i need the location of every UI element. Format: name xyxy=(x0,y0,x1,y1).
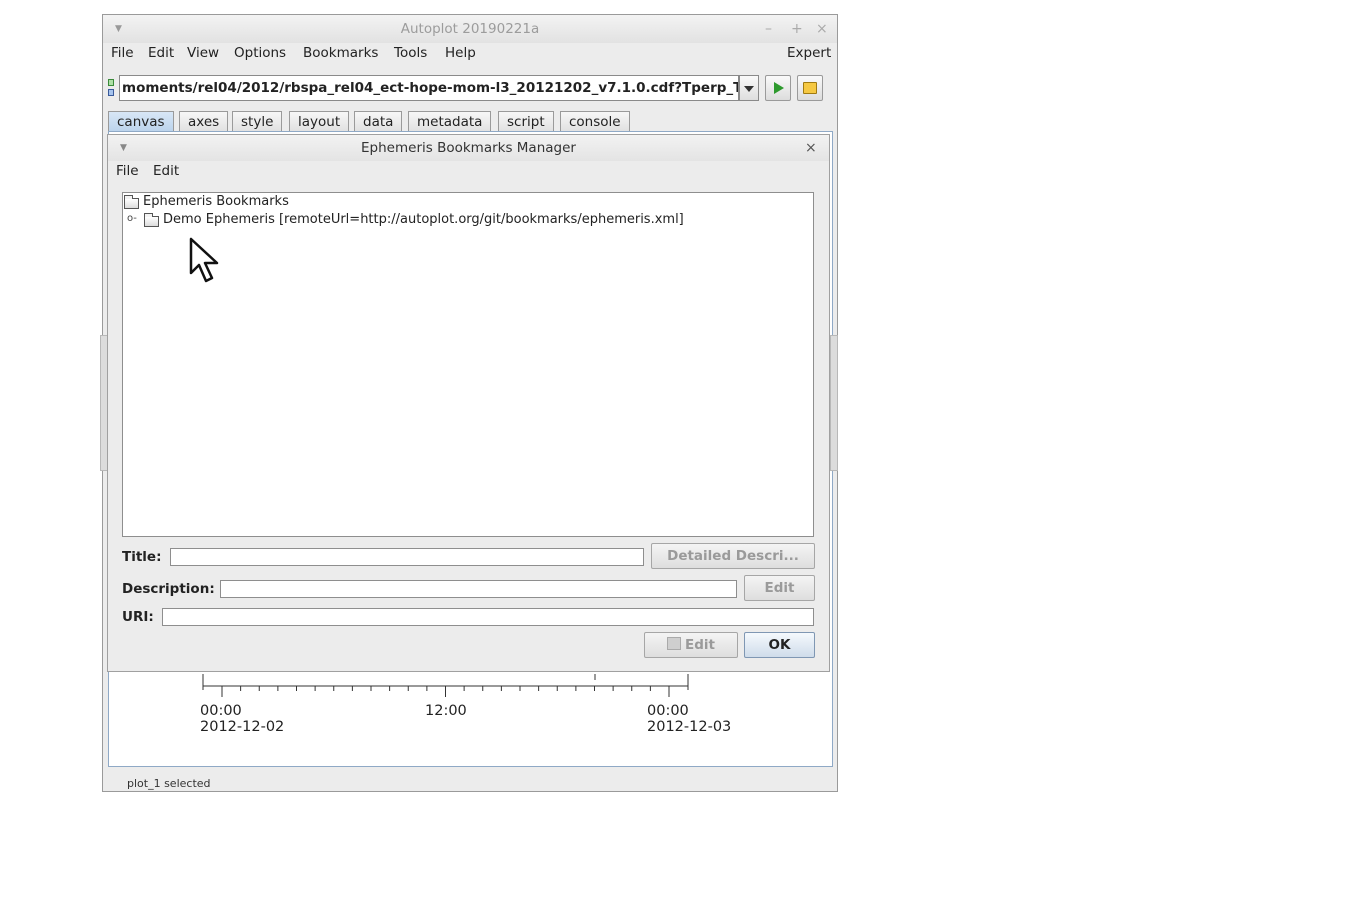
menu-bookmarks[interactable]: Bookmarks xyxy=(303,43,378,63)
tab-style[interactable]: style xyxy=(232,111,283,131)
tree-item-demo-ephemeris[interactable]: Demo Ephemeris [remoteUrl=http://autoplo… xyxy=(163,212,684,227)
menu-edit[interactable]: Edit xyxy=(148,43,174,63)
window-title: Autoplot 20190221a xyxy=(400,21,540,37)
dialog-menu-edit[interactable]: Edit xyxy=(153,161,179,181)
tab-layout[interactable]: layout xyxy=(289,111,350,131)
axis-tick-time-2: 00:00 xyxy=(647,703,689,719)
uri-field[interactable] xyxy=(162,608,814,626)
axis-tick-time-1: 12:00 xyxy=(425,703,467,719)
tab-console[interactable]: console xyxy=(560,111,630,131)
address-dropdown-button[interactable] xyxy=(739,75,759,101)
menubar: File Edit View Options Bookmarks Tools H… xyxy=(103,43,837,63)
dialog-titlebar: ▼ Ephemeris Bookmarks Manager × xyxy=(108,135,829,161)
edit-button-label: Edit xyxy=(685,637,715,653)
folder-icon xyxy=(124,195,139,209)
window-menu-icon[interactable]: ▼ xyxy=(115,15,122,43)
tree-root[interactable]: Ephemeris Bookmarks xyxy=(143,194,289,209)
tab-script[interactable]: script xyxy=(498,111,554,131)
menu-help[interactable]: Help xyxy=(445,43,476,63)
edit-button[interactable]: Edit xyxy=(644,632,738,658)
description-label: Description: xyxy=(122,581,215,597)
mouse-pointer-icon xyxy=(189,237,219,283)
menu-file[interactable]: File xyxy=(111,43,134,63)
menu-expert[interactable]: Expert xyxy=(787,43,831,63)
edit-description-button[interactable]: Edit xyxy=(744,575,815,601)
axis-tick-date-2: 2012-12-03 xyxy=(647,719,732,735)
menu-options[interactable]: Options xyxy=(234,43,286,63)
axis-tick-label-2: 00:00 2012-12-03 xyxy=(647,703,731,735)
dialog-menu-icon[interactable]: ▼ xyxy=(120,135,127,161)
status-light-icon xyxy=(108,79,114,96)
detailed-description-button[interactable]: Detailed Descri... xyxy=(651,543,815,569)
axis-tick-label-1: 12:00 xyxy=(425,703,467,719)
title-label: Title: xyxy=(122,549,162,565)
dialog-title: Ephemeris Bookmarks Manager xyxy=(361,140,576,156)
title-field[interactable] xyxy=(170,548,644,566)
uri-label: URI: xyxy=(122,609,154,625)
menu-view[interactable]: View xyxy=(187,43,219,63)
right-scroll-knob[interactable] xyxy=(830,335,838,471)
close-button[interactable]: × xyxy=(816,15,828,43)
folder-icon xyxy=(144,213,159,227)
tab-canvas[interactable]: canvas xyxy=(108,111,174,131)
dialog-close-button[interactable]: × xyxy=(805,135,817,161)
ephemeris-bookmarks-dialog: ▼ Ephemeris Bookmarks Manager × File Edi… xyxy=(107,134,830,672)
axis-tick-date-0: 2012-12-02 xyxy=(200,719,285,735)
minimize-button[interactable]: – xyxy=(765,15,772,43)
ok-button[interactable]: OK xyxy=(744,632,815,658)
maximize-button[interactable]: + xyxy=(791,15,803,43)
tab-metadata[interactable]: metadata xyxy=(408,111,492,131)
edit-icon xyxy=(667,637,682,650)
menu-tools[interactable]: Tools xyxy=(394,43,427,63)
axis-tick-label-0: 00:00 2012-12-02 xyxy=(200,703,284,735)
axis-tick-time-0: 00:00 xyxy=(200,703,242,719)
tab-axes[interactable]: axes xyxy=(179,111,229,131)
folder-open-icon[interactable] xyxy=(797,75,823,101)
address-field[interactable]: moments/rel04/2012/rbspa_rel04_ect-hope-… xyxy=(119,75,739,101)
status-bar: plot_1 selected xyxy=(127,777,211,790)
play-icon[interactable] xyxy=(765,75,791,101)
tab-data[interactable]: data xyxy=(354,111,403,131)
description-field[interactable] xyxy=(220,580,737,598)
window-titlebar: ▼ Autoplot 20190221a – + × xyxy=(103,15,837,43)
tree-expand-handle-icon[interactable]: o- xyxy=(127,213,137,224)
dialog-menu-file[interactable]: File xyxy=(116,161,139,181)
bookmarks-tree[interactable]: Ephemeris Bookmarks o- Demo Ephemeris [r… xyxy=(122,192,814,537)
